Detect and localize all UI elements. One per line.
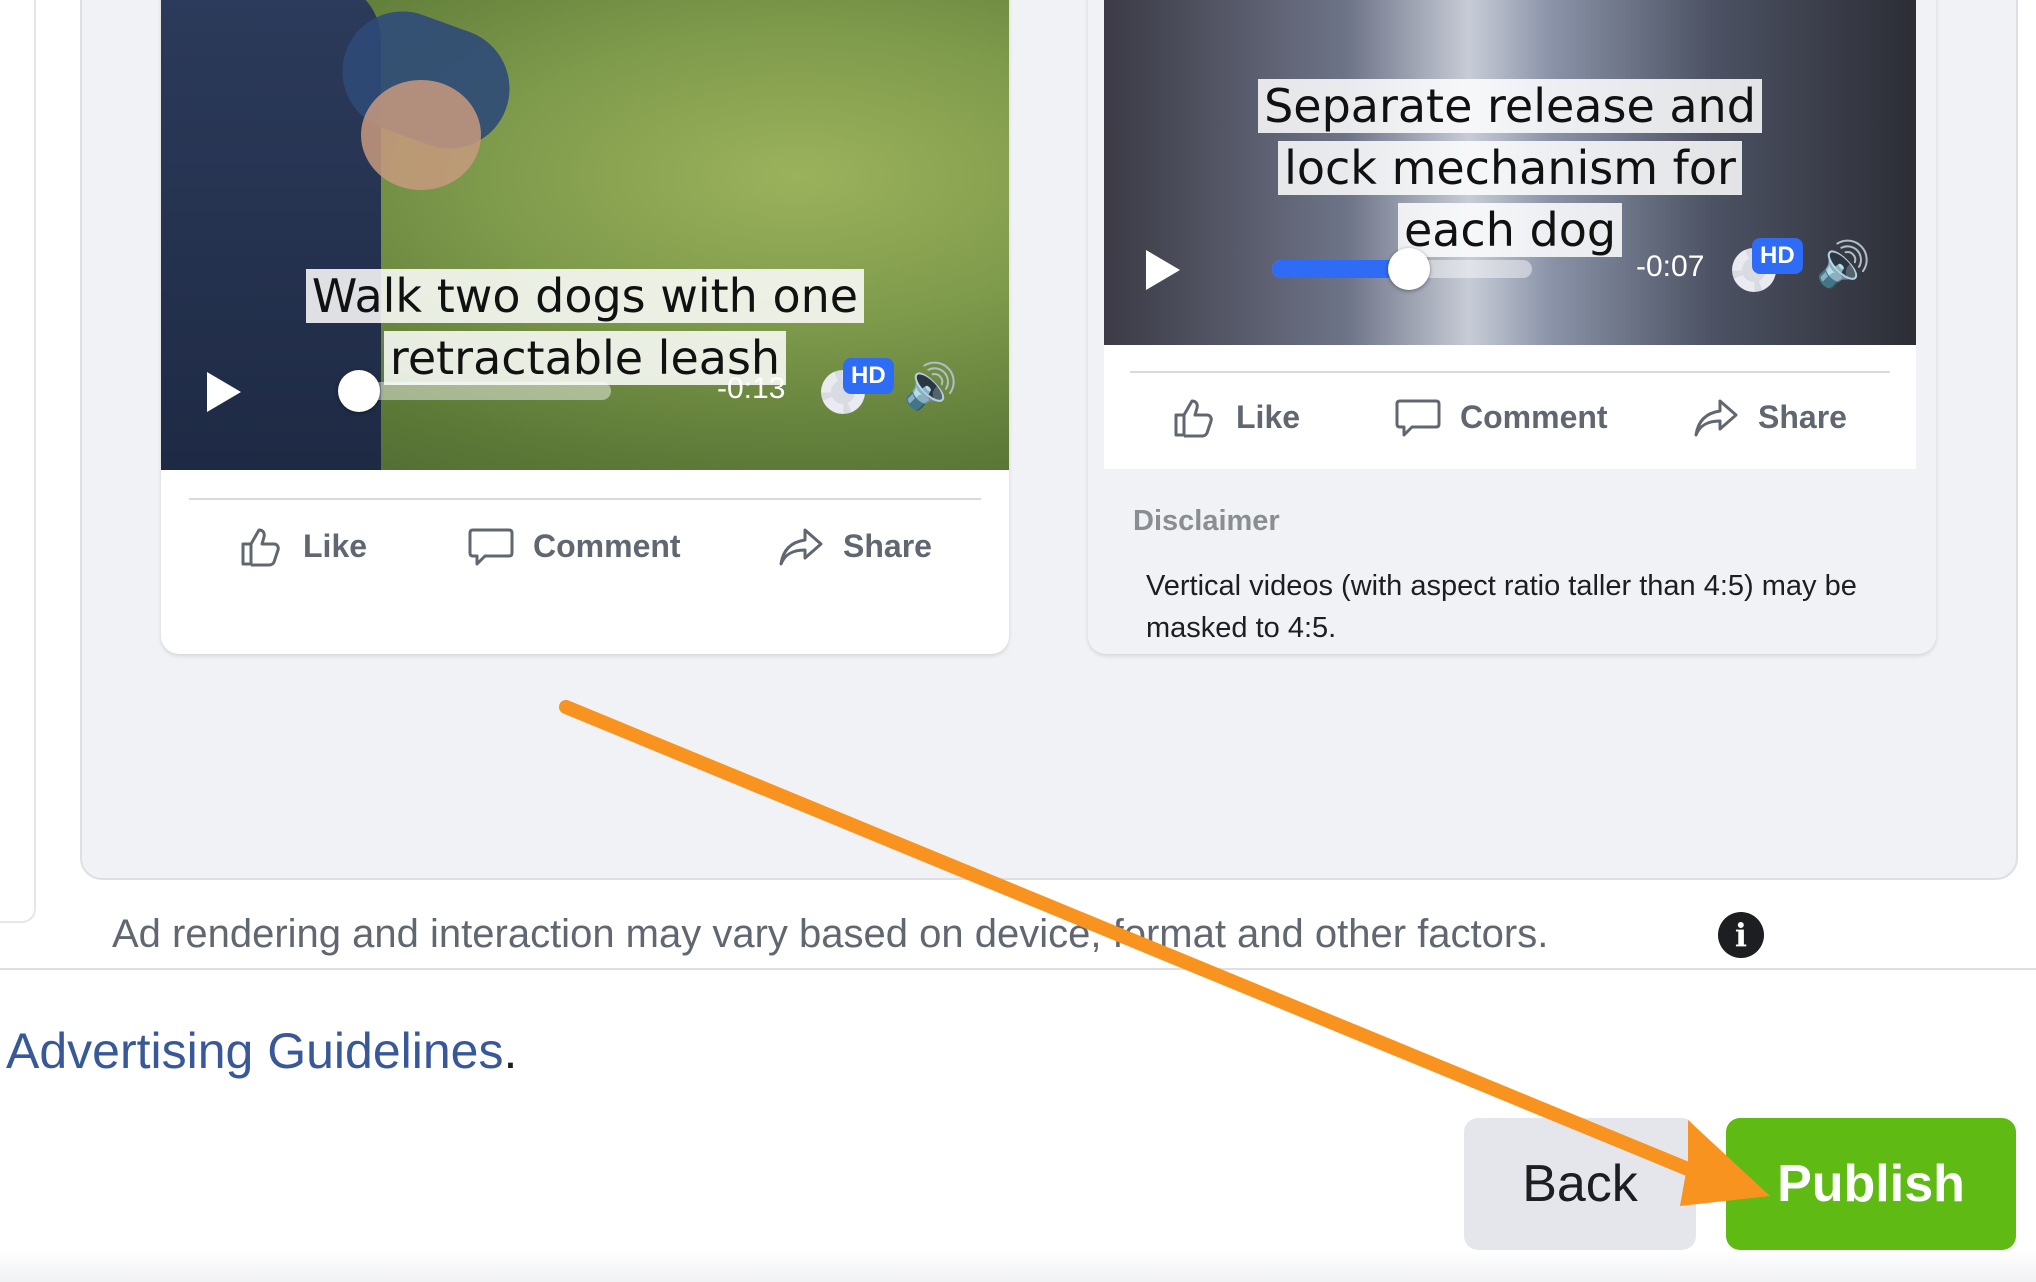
comment-label: Comment — [533, 527, 681, 564]
render-note: Ad rendering and interaction may vary ba… — [112, 912, 1549, 956]
disclaimer-title: Disclaimer — [1133, 505, 1280, 537]
back-button[interactable]: Back — [1464, 1118, 1696, 1250]
action-divider — [189, 498, 981, 500]
like-button[interactable]: Like — [237, 522, 367, 570]
volume-icon[interactable]: 🔊 — [903, 360, 958, 412]
guidelines-text: Advertising Guidelines. — [6, 1022, 517, 1080]
caption-line: each dog — [1397, 203, 1623, 257]
like-label: Like — [303, 527, 368, 564]
like-button[interactable]: Like — [1170, 393, 1300, 441]
bottom-edge — [0, 1250, 2036, 1282]
comment-bubble-icon — [1395, 399, 1441, 437]
left-panel-edge — [0, 0, 36, 923]
action-divider — [1130, 371, 1890, 373]
caption-line: lock mechanism for — [1278, 141, 1742, 195]
video-progress-track[interactable] — [361, 382, 611, 400]
video-player-left[interactable]: Walk two dogs with one retractable leash… — [161, 0, 1009, 470]
disclaimer-text: Vertical videos (with aspect ratio talle… — [1146, 570, 1857, 644]
publish-button[interactable]: Publish — [1726, 1118, 2016, 1250]
caption-line: Separate release and — [1258, 79, 1762, 133]
share-label: Share — [1758, 398, 1847, 435]
comment-bubble-icon — [468, 528, 514, 566]
comment-button[interactable]: Comment — [1394, 393, 1608, 441]
share-label: Share — [843, 527, 932, 564]
video-frame-hand — [361, 80, 481, 190]
hd-badge: HD — [1752, 238, 1803, 274]
caption-line: Walk two dogs with one — [305, 269, 865, 323]
video-progress-fill — [1272, 260, 1402, 278]
thumbs-up-icon — [241, 528, 280, 567]
video-progress-knob[interactable] — [338, 370, 380, 412]
advertising-guidelines-link[interactable]: Advertising Guidelines — [6, 1023, 504, 1079]
guidelines-period: . — [503, 1023, 518, 1079]
share-button[interactable]: Share — [1692, 393, 1847, 441]
video-time-remaining: -0:13 — [717, 372, 786, 405]
like-label: Like — [1236, 398, 1301, 435]
hd-badge: HD — [843, 358, 894, 394]
share-button[interactable]: Share — [777, 522, 932, 570]
footer-divider — [0, 968, 2036, 970]
play-icon[interactable] — [207, 372, 241, 412]
comment-button[interactable]: Comment — [467, 522, 681, 570]
volume-icon[interactable]: 🔊 — [1816, 238, 1871, 290]
video-progress-knob[interactable] — [1388, 248, 1430, 290]
thumbs-up-icon — [1174, 399, 1213, 438]
ad-preview-card-right: Separate release and lock mechanism for … — [1088, 0, 1936, 654]
action-bar-right: Like Comment Share — [1104, 345, 1916, 469]
ad-preview-screen: Walk two dogs with one retractable leash… — [0, 0, 2036, 1282]
ad-preview-card-left: Walk two dogs with one retractable leash… — [161, 0, 1009, 654]
video-time-remaining: -0:07 — [1636, 250, 1705, 283]
info-icon[interactable]: i — [1718, 912, 1764, 958]
play-icon[interactable] — [1146, 250, 1180, 290]
comment-label: Comment — [1460, 398, 1608, 435]
share-arrow-icon — [1694, 399, 1738, 437]
video-caption-right: Separate release and lock mechanism for … — [1104, 75, 1916, 261]
video-player-right[interactable]: Separate release and lock mechanism for … — [1104, 0, 1916, 345]
share-arrow-icon — [779, 528, 823, 566]
